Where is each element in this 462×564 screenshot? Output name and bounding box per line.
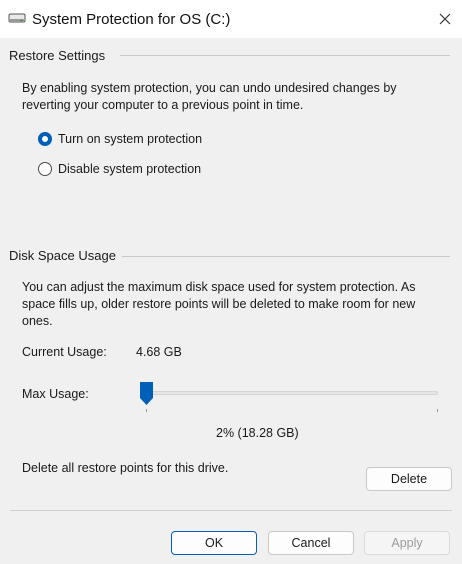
slider-thumb[interactable] bbox=[139, 381, 154, 406]
restore-settings-title: Restore Settings bbox=[9, 48, 112, 63]
radio-label: Disable system protection bbox=[58, 162, 202, 176]
radio-button[interactable] bbox=[38, 162, 52, 176]
slider-tick bbox=[437, 409, 438, 412]
cancel-button[interactable]: Cancel bbox=[268, 531, 354, 555]
delete-button[interactable]: Delete bbox=[366, 467, 452, 491]
title-bar: System Protection for OS (C:) bbox=[0, 0, 462, 38]
slider-tick bbox=[146, 409, 147, 412]
radio-button-checked[interactable] bbox=[38, 132, 52, 146]
current-usage-value: 4.68 GB bbox=[136, 345, 182, 359]
ok-button[interactable]: OK bbox=[171, 531, 257, 555]
drive-icon bbox=[8, 13, 26, 23]
group-divider bbox=[118, 256, 450, 257]
window-title: System Protection for OS (C:) bbox=[32, 11, 231, 28]
restore-settings-description: By enabling system protection, you can u… bbox=[22, 81, 397, 112]
radio-turn-on-protection[interactable]: Turn on system protection bbox=[38, 129, 202, 149]
group-divider bbox=[120, 55, 450, 56]
delete-description: Delete all restore points for this drive… bbox=[22, 461, 229, 475]
close-button[interactable] bbox=[430, 4, 460, 34]
max-usage-label: Max Usage: bbox=[22, 387, 89, 401]
radio-disable-protection[interactable]: Disable system protection bbox=[38, 159, 201, 179]
current-usage-label: Current Usage: bbox=[22, 345, 107, 359]
max-usage-slider[interactable] bbox=[140, 391, 438, 395]
disk-space-title: Disk Space Usage bbox=[9, 248, 122, 263]
apply-button[interactable]: Apply bbox=[364, 531, 450, 555]
max-usage-value: 2% (18.28 GB) bbox=[216, 426, 299, 440]
disk-space-description: You can adjust the maximum disk space us… bbox=[22, 280, 416, 328]
close-icon bbox=[439, 13, 451, 25]
footer-separator bbox=[10, 510, 452, 511]
radio-label: Turn on system protection bbox=[58, 132, 203, 146]
